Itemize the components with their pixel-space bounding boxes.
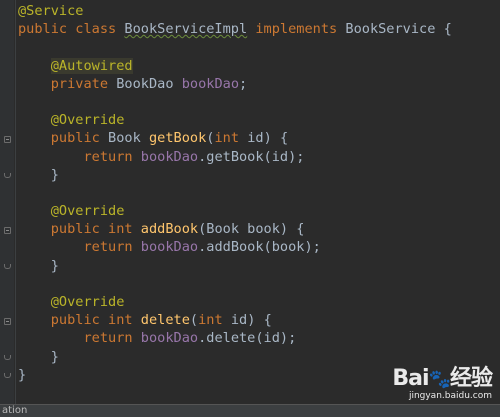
code-token: delete	[140, 312, 190, 329]
paw-icon: 🐾	[428, 369, 451, 390]
status-bar: ation	[0, 404, 500, 417]
code-token: @Service	[18, 3, 84, 19]
code-token: bookDao	[181, 75, 240, 92]
code-token: ;	[239, 75, 248, 92]
code-token: return	[83, 239, 141, 256]
code-token: int	[198, 312, 231, 329]
code-line[interactable]	[18, 184, 452, 202]
code-line[interactable]	[18, 38, 452, 56]
code-line[interactable]: @Autowired	[18, 57, 452, 75]
fold-end-icon[interactable]	[4, 264, 11, 269]
code-token: }	[18, 166, 59, 183]
code-token: @Autowired	[50, 57, 133, 74]
code-token: @Override	[50, 203, 125, 220]
code-token: bookDao	[140, 239, 199, 256]
status-bar-text: ation	[2, 405, 28, 416]
code-line[interactable]	[18, 275, 452, 293]
fold-end-icon[interactable]	[4, 373, 11, 378]
code-token: id) {	[247, 130, 289, 147]
watermark-logo-text: Bai	[392, 366, 429, 391]
code-token: bookDao	[140, 330, 199, 347]
code-token: .addBook(book);	[198, 239, 321, 256]
code-token: BookServiceImpl	[124, 21, 248, 38]
code-line[interactable]	[18, 93, 452, 111]
code-token: bookDao	[140, 148, 199, 165]
code-token: addBook	[140, 221, 199, 238]
editor-gutter[interactable]	[0, 0, 14, 404]
code-token: (	[189, 312, 199, 329]
code-token: .delete(id);	[198, 330, 297, 347]
code-token: .getBook(id);	[198, 148, 305, 165]
fold-marker-icon[interactable]	[4, 318, 11, 325]
code-token: Book	[108, 130, 149, 147]
code-token: return	[83, 148, 141, 165]
code-token: public class	[18, 21, 125, 38]
code-line[interactable]: return bookDao.delete(id);	[18, 329, 452, 347]
fold-marker-icon[interactable]	[4, 136, 11, 143]
fold-marker-icon[interactable]	[4, 227, 11, 234]
code-token: public int	[50, 312, 141, 329]
code-token: private	[50, 75, 117, 92]
code-line[interactable]: }	[18, 166, 452, 184]
code-editor[interactable]: @Service public class BookServiceImpl imp…	[0, 0, 500, 404]
code-token: id) {	[230, 312, 272, 329]
code-line[interactable]: return bookDao.getBook(id);	[18, 148, 452, 166]
code-token: @Override	[50, 294, 125, 310]
code-line[interactable]: }	[18, 348, 452, 366]
code-token: public int	[50, 221, 141, 238]
code-token: return	[83, 330, 141, 347]
code-token: @Override	[50, 112, 125, 129]
watermark-logo-suffix: 经验	[449, 366, 493, 391]
code-line[interactable]: @Override	[18, 111, 452, 129]
code-line[interactable]: public int delete(int id) {	[18, 311, 452, 329]
code-token: }	[18, 257, 59, 274]
code-line[interactable]: return bookDao.addBook(book);	[18, 238, 452, 256]
code-line[interactable]: private BookDao bookDao;	[18, 75, 452, 93]
code-line[interactable]: public int addBook(Book book) {	[18, 220, 452, 238]
code-token: BookService {	[345, 21, 452, 38]
watermark-url: jingyan.baidu.com	[408, 391, 492, 401]
code-token: public	[50, 130, 109, 147]
code-line[interactable]: @Service	[18, 2, 452, 20]
fold-end-icon[interactable]	[4, 355, 11, 360]
code-content[interactable]: @Service public class BookServiceImpl imp…	[18, 2, 452, 384]
fold-end-icon[interactable]	[4, 173, 11, 178]
code-token: BookDao	[116, 75, 182, 92]
code-token: }	[18, 366, 27, 383]
baidu-jingyan-watermark: Bai🐾经验 jingyan.baidu.com	[392, 366, 493, 402]
code-line[interactable]: @Override	[18, 202, 452, 220]
code-token: }	[18, 348, 59, 365]
code-line[interactable]: }	[18, 257, 452, 275]
code-token: (Book book) {	[198, 221, 305, 238]
code-line[interactable]: }	[18, 366, 452, 384]
code-token: getBook	[148, 130, 207, 147]
code-token: implements	[247, 21, 346, 38]
gutter-divider	[15, 0, 16, 404]
code-token: int	[214, 130, 248, 147]
code-line[interactable]: public Book getBook(int id) {	[18, 129, 452, 147]
code-line[interactable]: public class BookServiceImpl implements …	[18, 20, 452, 38]
code-line[interactable]: @Override	[18, 293, 452, 311]
watermark-logo: Bai🐾经验	[392, 366, 493, 391]
